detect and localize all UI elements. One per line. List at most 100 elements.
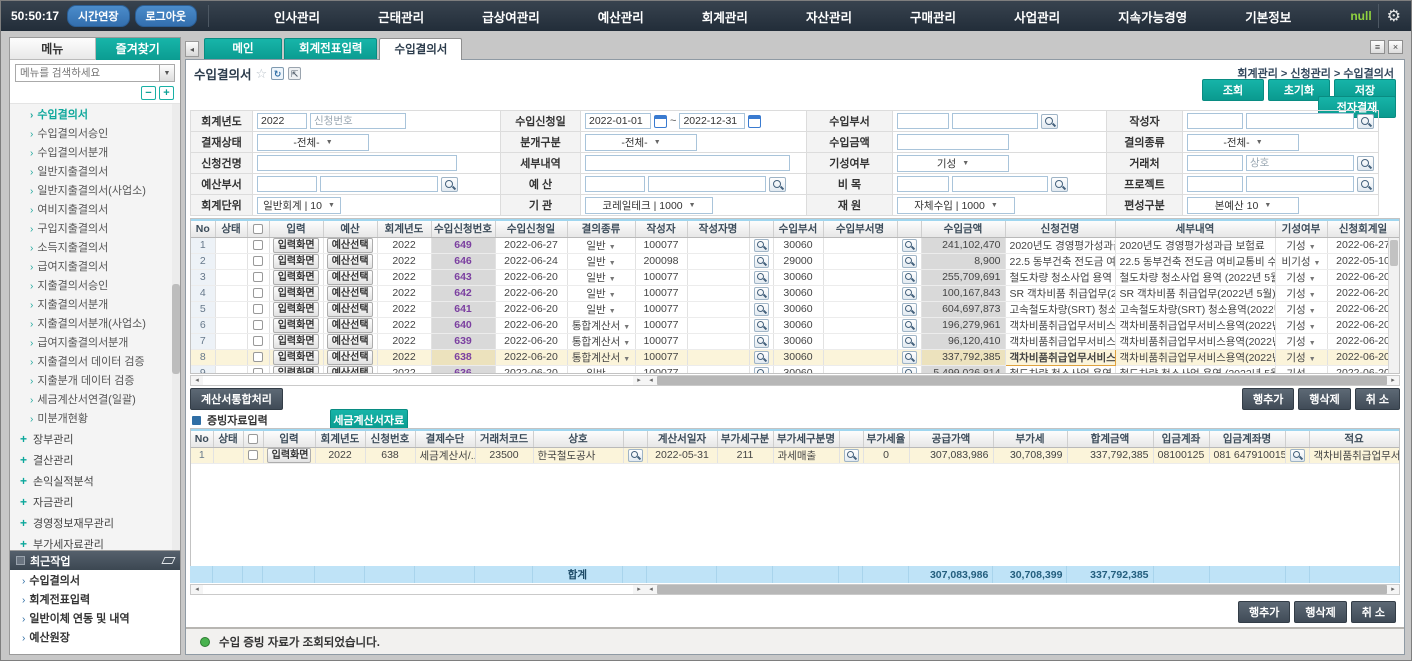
search-icon[interactable] [902, 319, 917, 332]
sidebar-scrollbar[interactable] [172, 104, 180, 550]
column-header[interactable] [1285, 430, 1309, 447]
search-icon[interactable] [1041, 114, 1058, 129]
add-row-button[interactable]: 행추가 [1242, 388, 1294, 410]
journal-type-select[interactable]: -전체-▼ [585, 134, 697, 151]
column-header[interactable]: 상태 [215, 220, 247, 237]
tab-journal-entry[interactable]: 회계전표입력 [284, 38, 377, 59]
sidebar-item[interactable]: ›미분개현황 [10, 410, 180, 429]
column-header[interactable]: 부가세율 [863, 430, 909, 447]
search-icon[interactable] [1290, 449, 1305, 462]
top-menu-item[interactable]: 사업관리 [1014, 7, 1060, 26]
tab-income-resolution[interactable]: 수입결의서 [379, 38, 462, 60]
cancel-button[interactable]: 취 소 [1351, 601, 1396, 623]
column-header[interactable]: 입력 [263, 430, 315, 447]
budget-select-button[interactable]: 예산선택 [327, 350, 374, 365]
search-icon[interactable] [902, 351, 917, 364]
search-dropdown-icon[interactable]: ▼ [160, 64, 175, 82]
cell-progress[interactable]: 기성▼ [1275, 349, 1327, 365]
progress-select[interactable]: 기성▼ [897, 155, 1009, 172]
search-icon[interactable] [902, 335, 917, 348]
search-icon[interactable] [754, 367, 769, 375]
row-checkbox[interactable] [253, 304, 263, 314]
request-no-input[interactable] [310, 113, 406, 129]
column-header[interactable]: 예산 [323, 220, 377, 237]
sidebar-group[interactable]: +경영정보재무관리 [10, 513, 180, 534]
account-unit-select[interactable]: 일반회계 | 10▼ [257, 197, 341, 214]
scroll-right-icon[interactable]: ▸ [1387, 585, 1399, 594]
column-header[interactable]: 신청회계일 [1327, 220, 1399, 237]
search-icon[interactable] [441, 177, 458, 192]
search-icon[interactable] [754, 303, 769, 316]
column-header[interactable]: 기성여부 [1275, 220, 1327, 237]
project-code-input[interactable] [1187, 176, 1243, 192]
column-header[interactable]: 작성자 [635, 220, 687, 237]
expand-all-button[interactable]: + [159, 86, 174, 100]
search-icon[interactable] [754, 319, 769, 332]
column-header[interactable]: No [191, 430, 213, 447]
column-header[interactable]: 부가세 [993, 430, 1067, 447]
calendar-icon[interactable] [748, 115, 761, 128]
vendor-name-input[interactable] [1246, 155, 1354, 171]
column-header[interactable]: 수입부서 [773, 220, 823, 237]
vendor-code-input[interactable] [1187, 155, 1243, 171]
search-icon[interactable] [1357, 114, 1374, 129]
column-header[interactable]: 신청건명 [1005, 220, 1115, 237]
search-icon[interactable] [902, 255, 917, 268]
top-menu-item[interactable]: 회계관리 [702, 7, 748, 26]
column-header[interactable] [749, 220, 773, 237]
menu-search-input[interactable] [15, 64, 160, 82]
sidebar-item[interactable]: ›세금계산서연결(일괄) [10, 391, 180, 410]
select-all-checkbox[interactable] [248, 434, 258, 444]
budget-select-button[interactable]: 예산선택 [327, 334, 374, 349]
sidebar-item[interactable]: ›일반지출결의서 [10, 163, 180, 182]
budget-select-button[interactable]: 예산선택 [327, 318, 374, 333]
sidebar-group[interactable]: +자금관리 [10, 492, 180, 513]
cell-decision[interactable]: 일반▼ [567, 237, 635, 253]
table-row[interactable]: 1입력화면2022638세금계산서/...23500한국철도공사2022-05-… [191, 447, 1399, 463]
request-title-input[interactable] [257, 155, 457, 171]
tab-main[interactable]: 메인 [204, 38, 282, 59]
table-row[interactable]: 1입력화면예산선택20226492022-06-27일반▼10007730060… [191, 237, 1399, 253]
top-menu-item[interactable]: 지속가능경영 [1118, 7, 1187, 26]
top-menu-item[interactable]: 예산관리 [598, 7, 644, 26]
cell-progress[interactable]: 기성▼ [1275, 237, 1327, 253]
search-icon[interactable] [769, 177, 786, 192]
column-header[interactable]: 상태 [213, 430, 243, 447]
table-row[interactable]: 2입력화면예산선택20226462022-06-24일반▼20009829000… [191, 253, 1399, 269]
column-header[interactable]: 상호 [533, 430, 623, 447]
calendar-icon[interactable] [654, 115, 667, 128]
column-header[interactable]: 적요 [1309, 430, 1399, 447]
cell-progress[interactable]: 기성▼ [1275, 285, 1327, 301]
sidebar-group[interactable]: +부가세자료관리 [10, 534, 180, 550]
input-screen-button[interactable]: 입력화면 [273, 238, 320, 253]
row-checkbox[interactable] [253, 272, 263, 282]
project-name-input[interactable] [1246, 176, 1354, 192]
vertical-scrollbar[interactable] [1388, 238, 1399, 373]
budget-class-select[interactable]: 본예산 10▼ [1187, 197, 1299, 214]
organization-select[interactable]: 코레일테크 | 1000▼ [585, 197, 713, 214]
search-icon[interactable] [754, 351, 769, 364]
table-row[interactable]: 4입력화면예산선택20226422022-06-20일반▼10007730060… [191, 285, 1399, 301]
column-header[interactable]: 계산서일자 [647, 430, 717, 447]
fiscal-year-input[interactable] [257, 113, 307, 129]
cell-decision[interactable]: 일반▼ [567, 365, 635, 374]
sidebar-item[interactable]: ›급여지출결의서 [10, 258, 180, 277]
column-header[interactable]: 합계금액 [1067, 430, 1153, 447]
settings-gear-icon[interactable]: ⚙ [1378, 4, 1411, 28]
cell-decision[interactable]: 일반▼ [567, 269, 635, 285]
tab-list-icon[interactable]: ≡ [1370, 40, 1385, 54]
column-header[interactable]: 부가세구분명 [773, 430, 839, 447]
search-icon[interactable] [902, 287, 917, 300]
search-icon[interactable] [754, 239, 769, 252]
row-checkbox[interactable] [253, 256, 263, 266]
income-amount-input[interactable] [897, 134, 1009, 150]
column-header[interactable]: 입금계좌 [1153, 430, 1209, 447]
top-menu-item[interactable]: 인사관리 [274, 7, 320, 26]
sidebar-item[interactable]: ›지출결의서승인 [10, 277, 180, 296]
column-header[interactable]: 회계년도 [377, 220, 431, 237]
budget-dept-code-input[interactable] [257, 176, 317, 192]
column-header[interactable] [623, 430, 647, 447]
date-from-input[interactable] [585, 113, 651, 129]
search-icon[interactable] [754, 335, 769, 348]
invoice-merge-button[interactable]: 계산서통합처리 [190, 388, 283, 410]
